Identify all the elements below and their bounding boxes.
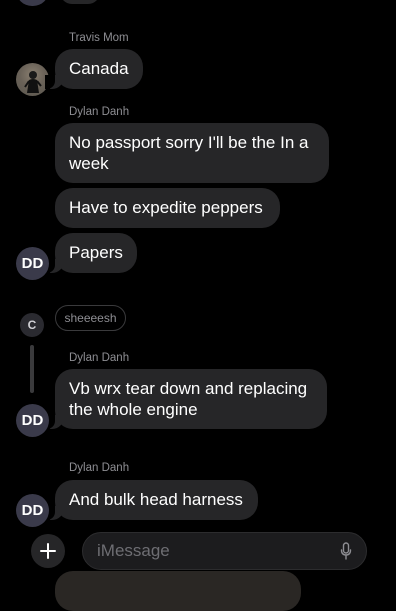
add-button[interactable]	[31, 534, 65, 568]
message-text: Papers	[69, 243, 123, 262]
message-text: Vb wrx tear down and replacing the whole…	[69, 379, 308, 419]
sender-name: Travis Mom	[69, 32, 129, 44]
message-bubble[interactable]: And bulk head harness	[45, 480, 258, 520]
message-bubble[interactable]: Vb wrx tear down and replacing the whole…	[45, 369, 327, 429]
message-text: And bulk head harness	[69, 490, 243, 509]
message-text: Canada	[69, 59, 129, 78]
message-bubble[interactable]: Canada	[45, 49, 143, 89]
avatar[interactable]: DD	[16, 404, 49, 437]
message-input-placeholder: iMessage	[97, 541, 170, 560]
reply-bubble[interactable]: sheeeesh	[55, 305, 126, 331]
reply-text: sheeeesh	[64, 311, 117, 325]
message-text: No passport sorry I'll be the In a week	[69, 133, 309, 173]
message-bubble[interactable]: Have to expedite peppers	[55, 188, 280, 228]
avatar-partial	[16, 0, 49, 6]
avatar[interactable]: DD	[16, 247, 49, 280]
message-bubble[interactable]: No passport sorry I'll be the In a week	[55, 123, 329, 183]
sender-name: Dylan Danh	[69, 352, 130, 364]
sender-name: Dylan Danh	[69, 106, 130, 118]
avatar[interactable]: C	[20, 313, 44, 337]
sender-name: Dylan Danh	[69, 462, 130, 474]
bubble-partial	[60, 0, 100, 4]
message-input[interactable]: iMessage	[82, 532, 367, 570]
message-text: Have to expedite peppers	[69, 198, 263, 217]
avatar[interactable]: DD	[16, 494, 49, 527]
thread-line	[30, 345, 34, 393]
microphone-icon[interactable]	[340, 542, 352, 560]
plus-icon	[40, 543, 56, 559]
message-bubble[interactable]: Papers	[45, 233, 137, 273]
avatar-initial: C	[27, 318, 37, 332]
faded-bubble	[55, 571, 301, 611]
